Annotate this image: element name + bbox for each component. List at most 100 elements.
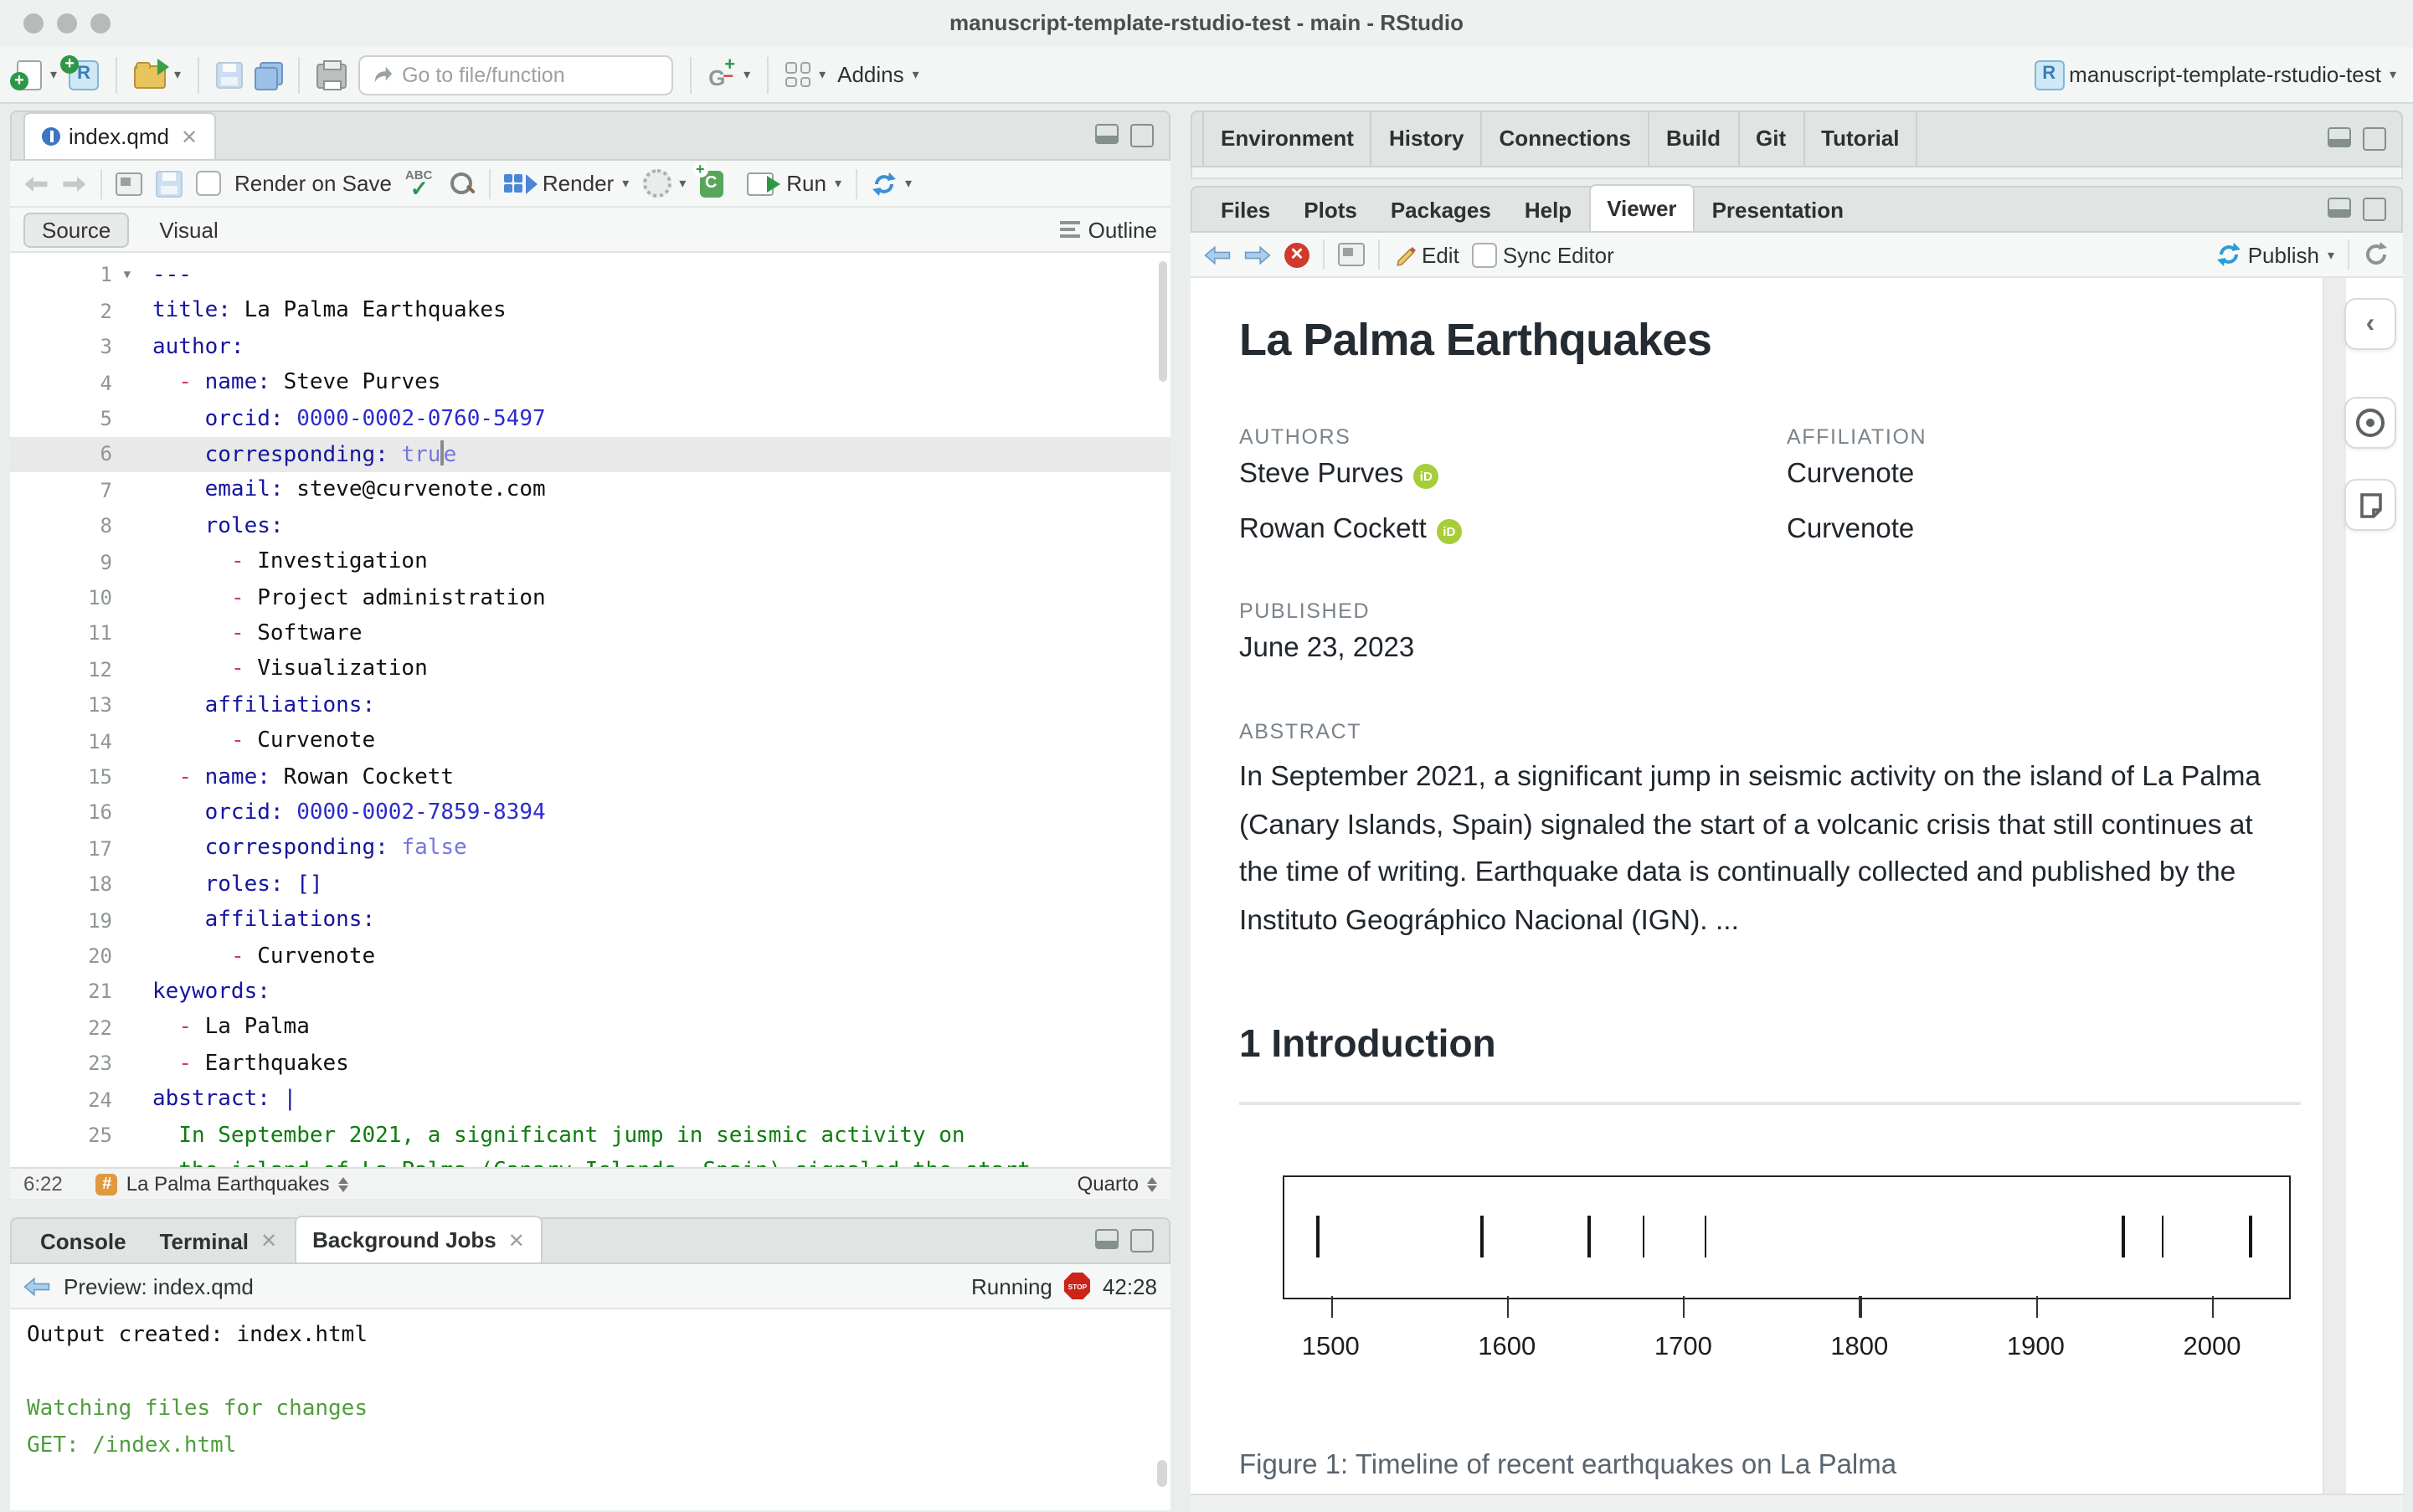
- viewer-back-icon[interactable]: [1204, 244, 1231, 265]
- tab-index-qmd[interactable]: index.qmd ✕: [23, 112, 217, 159]
- addins-button[interactable]: Addins ▾: [837, 62, 919, 87]
- code-line[interactable]: 2 title: La Palma Earthquakes: [10, 293, 1170, 329]
- section-selector[interactable]: # La Palma Earthquakes: [95, 1172, 348, 1196]
- forward-icon[interactable]: [62, 173, 87, 193]
- annotations-button[interactable]: [2344, 479, 2396, 531]
- find-replace-icon[interactable]: [449, 170, 476, 197]
- maximize-pane-icon[interactable]: [1130, 1229, 1154, 1252]
- version-control-button[interactable]: + − G ▾: [708, 55, 750, 90]
- refresh-viewer-icon[interactable]: [2363, 241, 2390, 268]
- code-line[interactable]: 17 corresponding: false: [10, 831, 1170, 867]
- insert-chunk-icon[interactable]: C: [692, 162, 723, 197]
- tab-packages[interactable]: Packages: [1374, 188, 1508, 231]
- minimize-pane-icon[interactable]: [2328, 127, 2351, 147]
- render-on-save-checkbox[interactable]: [196, 171, 221, 196]
- code-line[interactable]: 16 orcid: 0000-0002-7859-8394: [10, 795, 1170, 831]
- maximize-pane-icon[interactable]: [2363, 198, 2386, 221]
- spellcheck-icon[interactable]: ABC ✓: [405, 167, 435, 201]
- code-line[interactable]: 12 - Visualization: [10, 651, 1170, 687]
- collapse-panel-button[interactable]: ‹: [2344, 298, 2396, 350]
- console-scrollbar[interactable]: [1157, 1460, 1167, 1487]
- back-icon[interactable]: [23, 173, 49, 193]
- source-mode-button[interactable]: Source: [23, 212, 130, 247]
- code-line[interactable]: 18 roles: []: [10, 867, 1170, 903]
- viewer-forward-icon[interactable]: [1244, 244, 1271, 265]
- code-line[interactable]: 15 - name: Rowan Cockett: [10, 759, 1170, 795]
- close-tab-icon[interactable]: ✕: [181, 125, 198, 148]
- tab-connections[interactable]: Connections: [1483, 111, 1649, 166]
- code-line[interactable]: 10 - Project administration: [10, 580, 1170, 616]
- code-line[interactable]: 7 email: steve@curvenote.com: [10, 472, 1170, 508]
- viewer-popout-icon[interactable]: [1338, 243, 1365, 266]
- tab-console[interactable]: Console: [23, 1219, 143, 1263]
- code-line[interactable]: 5 orcid: 0000-0002-0760-5497: [10, 401, 1170, 437]
- clear-viewer-icon[interactable]: ✕: [1284, 242, 1309, 267]
- outline-button[interactable]: Outline: [1059, 217, 1157, 242]
- code-line[interactable]: 20 - Curvenote: [10, 939, 1170, 975]
- edit-button[interactable]: Edit: [1393, 242, 1459, 267]
- orcid-icon[interactable]: iD: [1413, 464, 1439, 489]
- code-line[interactable]: 14 - Curvenote: [10, 723, 1170, 759]
- code-line[interactable]: the island of La Palma (Canary Islands, …: [10, 1154, 1170, 1167]
- code-line[interactable]: 9 - Investigation: [10, 544, 1170, 580]
- tab-viewer[interactable]: Viewer: [1588, 184, 1695, 231]
- code-line[interactable]: 23 - Earthquakes: [10, 1046, 1170, 1082]
- tab-build[interactable]: Build: [1649, 111, 1739, 166]
- tab-background-jobs[interactable]: Background Jobs ✕: [294, 1216, 543, 1263]
- tab-environment[interactable]: Environment: [1202, 111, 1372, 166]
- tab-git[interactable]: Git: [1739, 111, 1805, 166]
- open-file-button[interactable]: ▾: [134, 59, 181, 89]
- sync-editor-checkbox[interactable]: Sync Editor: [1472, 242, 1614, 267]
- tab-plots[interactable]: Plots: [1287, 188, 1374, 231]
- tab-files[interactable]: Files: [1204, 188, 1287, 231]
- code-line[interactable]: 11 - Software: [10, 616, 1170, 652]
- save-all-icon[interactable]: [255, 62, 284, 90]
- maximize-pane-icon[interactable]: [2363, 127, 2386, 151]
- visual-mode-button[interactable]: Visual: [142, 213, 234, 245]
- code-line[interactable]: 19 affiliations:: [10, 903, 1170, 939]
- tab-terminal[interactable]: Terminal ✕: [143, 1219, 295, 1263]
- run-button[interactable]: Run ▾: [746, 171, 841, 196]
- publish-button[interactable]: Publish ▾: [2216, 241, 2334, 268]
- code-line[interactable]: 8 roles:: [10, 508, 1170, 544]
- code-line[interactable]: 4 - name: Steve Purves: [10, 365, 1170, 401]
- print-icon[interactable]: [316, 60, 347, 90]
- job-back-icon[interactable]: [23, 1275, 50, 1297]
- minimize-pane-icon[interactable]: [2328, 198, 2351, 218]
- fold-marker-icon[interactable]: ▼: [124, 269, 131, 282]
- orcid-icon[interactable]: iD: [1436, 519, 1462, 544]
- tab-history[interactable]: History: [1372, 111, 1483, 166]
- maximize-pane-icon[interactable]: [1130, 124, 1154, 147]
- project-menu-button[interactable]: R manuscript-template-rstudio-test ▾: [2034, 59, 2396, 90]
- render-button[interactable]: Render ▾: [503, 171, 629, 196]
- workspace-panes-button[interactable]: ▾: [785, 62, 826, 87]
- console-output[interactable]: Output created: index.html Watching files…: [10, 1309, 1170, 1510]
- close-tab-icon[interactable]: ✕: [260, 1229, 277, 1252]
- code-editor[interactable]: 1 ▼ --- 2 title: La Palma Earthquakes 3 author…: [10, 253, 1170, 1167]
- new-file-button[interactable]: + ▾: [10, 59, 57, 90]
- code-line[interactable]: 6 corresponding: tru e: [10, 436, 1170, 473]
- code-line[interactable]: 3 author:: [10, 329, 1170, 365]
- code-line[interactable]: 24 abstract: |: [10, 1082, 1170, 1118]
- minimize-pane-icon[interactable]: [1095, 124, 1119, 144]
- code-line[interactable]: 22 - La Palma: [10, 1010, 1170, 1046]
- tab-help[interactable]: Help: [1508, 188, 1588, 231]
- open-in-new-window-icon[interactable]: [116, 172, 142, 195]
- code-line[interactable]: 21 keywords:: [10, 975, 1170, 1011]
- focus-view-button[interactable]: [2344, 397, 2396, 449]
- code-line[interactable]: 13 affiliations:: [10, 687, 1170, 723]
- format-selector[interactable]: Quarto: [1078, 1172, 1157, 1196]
- save-document-icon[interactable]: [156, 170, 183, 197]
- goto-file-function-input[interactable]: Go to file/function: [358, 54, 674, 95]
- new-project-button[interactable]: R +: [60, 54, 100, 90]
- minimize-pane-icon[interactable]: [1095, 1229, 1119, 1249]
- stop-job-icon[interactable]: STOP: [1063, 1273, 1091, 1299]
- tab-presentation[interactable]: Presentation: [1695, 188, 1861, 231]
- code-line[interactable]: 1 ▼ ---: [10, 258, 1170, 294]
- close-tab-icon[interactable]: ✕: [508, 1228, 525, 1252]
- viewer-scrollbar-track[interactable]: [2323, 278, 2346, 1494]
- tab-tutorial[interactable]: Tutorial: [1804, 111, 1918, 166]
- rerun-button[interactable]: ▾: [870, 170, 912, 197]
- render-options-button[interactable]: ▾: [642, 169, 686, 198]
- code-line[interactable]: 25 In September 2021, a significant jump…: [10, 1118, 1170, 1154]
